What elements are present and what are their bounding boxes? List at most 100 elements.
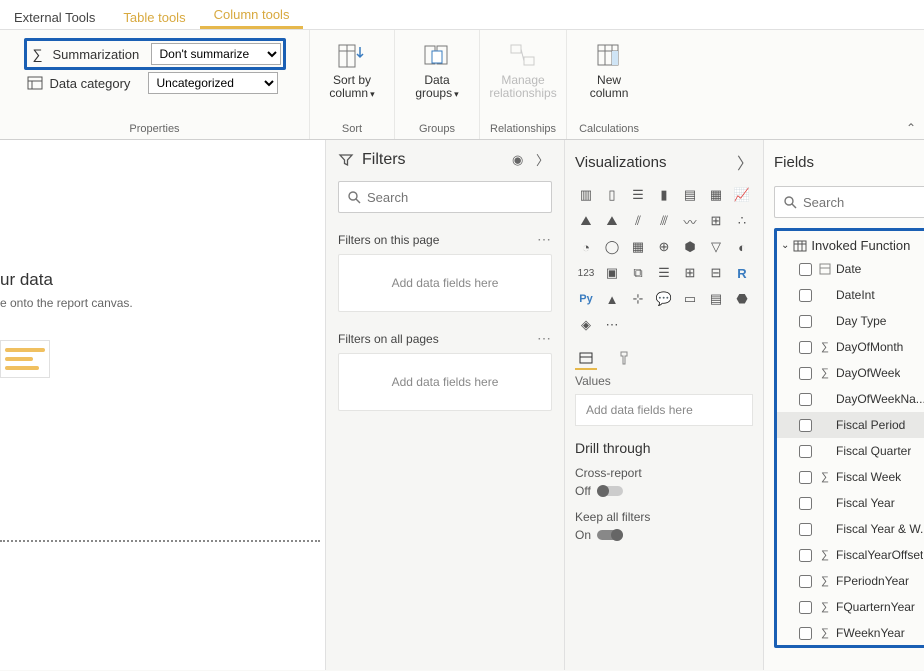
field-row[interactable]: ∑DayOfMonth <box>777 334 924 360</box>
field-row[interactable]: ∑FPeriodnYear <box>777 568 924 594</box>
fields-tab-icon[interactable] <box>575 348 597 370</box>
gauge-icon[interactable]: ◐ <box>731 236 753 258</box>
values-dropzone[interactable]: Add data fields here <box>575 394 753 426</box>
multi-card-icon[interactable]: ▣ <box>601 262 623 284</box>
r-visual-icon[interactable]: R <box>731 262 753 284</box>
table-node[interactable]: ⌄ Invoked Function <box>777 235 924 256</box>
powerapps-icon[interactable]: ◈ <box>575 314 597 336</box>
more-visuals-icon[interactable]: ⋯ <box>601 314 623 336</box>
summarization-select[interactable]: Don't summarize <box>151 43 281 65</box>
field-checkbox[interactable] <box>799 263 812 276</box>
filters-all-more-icon[interactable]: ⋯ <box>537 330 552 347</box>
field-checkbox[interactable] <box>799 523 812 536</box>
filters-page-more-icon[interactable]: ⋯ <box>537 231 552 248</box>
ribbon-chart-icon[interactable]: 〰 <box>679 210 701 232</box>
data-groups-button[interactable]: Datagroups▾ <box>405 34 469 100</box>
field-checkbox[interactable] <box>799 393 812 406</box>
manage-relationships-button[interactable]: Managerelationships <box>491 34 555 100</box>
treemap-icon[interactable]: ▦ <box>627 236 649 258</box>
arcgis-icon[interactable]: ⬣ <box>731 288 753 310</box>
filters-search[interactable] <box>338 181 552 213</box>
funnel-icon[interactable]: ▽ <box>705 236 727 258</box>
new-column-button[interactable]: Newcolumn <box>577 34 641 100</box>
field-row[interactable]: ∑FWeeknYear <box>777 620 924 646</box>
hundred-bar-icon[interactable]: ▤ <box>679 184 701 206</box>
paginated-icon[interactable]: ▤ <box>705 288 727 310</box>
qa-icon[interactable]: 💬 <box>653 288 675 310</box>
area-chart-icon[interactable]: ⛰ <box>575 210 597 232</box>
field-row[interactable]: Fiscal Period <box>777 412 924 438</box>
field-checkbox[interactable] <box>799 627 812 640</box>
stacked-area-icon[interactable]: ⛰ <box>601 210 623 232</box>
datacategory-select[interactable]: Uncategorized <box>148 72 278 94</box>
hundred-column-icon[interactable]: ▦ <box>705 184 727 206</box>
field-row[interactable]: ∑Fiscal Week <box>777 464 924 490</box>
kpi-icon[interactable]: ⧉ <box>627 262 649 284</box>
field-row[interactable]: IsAfterToday <box>777 646 924 648</box>
field-checkbox[interactable] <box>799 367 812 380</box>
field-checkbox[interactable] <box>799 289 812 302</box>
slicer-icon[interactable]: ☰ <box>653 262 675 284</box>
stacked-bar-icon[interactable]: ▥ <box>575 184 597 206</box>
collapse-viz-icon[interactable]: 〉 <box>737 150 753 174</box>
show-hide-icon[interactable]: ◉ <box>512 152 528 168</box>
field-checkbox[interactable] <box>799 497 812 510</box>
card-icon[interactable]: 123 <box>575 262 597 284</box>
field-checkbox[interactable] <box>799 315 812 328</box>
py-visual-icon[interactable]: Py <box>575 288 597 310</box>
field-row[interactable]: ∑DayOfWeek <box>777 360 924 386</box>
pie-chart-icon[interactable]: ◔ <box>575 236 597 258</box>
stacked-column-icon[interactable]: ▯ <box>601 184 623 206</box>
collapse-ribbon-icon[interactable]: ⌃ <box>906 121 916 135</box>
field-row[interactable]: Fiscal Quarter <box>777 438 924 464</box>
key-influencers-icon[interactable]: ▲ <box>601 288 623 310</box>
table-icon[interactable]: ⊞ <box>679 262 701 284</box>
map-icon[interactable]: ⊕ <box>653 236 675 258</box>
keep-filters-toggle[interactable] <box>597 530 623 540</box>
field-name: DayOfMonth <box>836 340 903 354</box>
field-row[interactable]: Fiscal Year & W... <box>777 516 924 542</box>
cross-report-toggle[interactable] <box>597 486 623 496</box>
tab-column-tools[interactable]: Column tools <box>200 1 304 29</box>
sort-by-column-button[interactable]: Sort bycolumn▾ <box>320 34 384 100</box>
field-checkbox[interactable] <box>799 575 812 588</box>
filters-page-dropzone[interactable]: Add data fields here <box>338 254 552 312</box>
scatter-icon[interactable]: ∴ <box>731 210 753 232</box>
tab-table-tools[interactable]: Table tools <box>109 4 199 29</box>
fields-search-input[interactable] <box>803 195 924 210</box>
tab-external-tools[interactable]: External Tools <box>0 4 109 29</box>
field-row[interactable]: DateInt <box>777 282 924 308</box>
field-row[interactable]: Fiscal Year <box>777 490 924 516</box>
narrative-icon[interactable]: ▭ <box>679 288 701 310</box>
line-clustered-icon[interactable]: ⫻ <box>653 210 675 232</box>
waterfall-icon[interactable]: ⊞ <box>705 210 727 232</box>
line-chart-icon[interactable]: 📈 <box>731 184 753 206</box>
report-canvas[interactable]: ur data e onto the report canvas. <box>0 140 325 670</box>
line-stacked-icon[interactable]: ⫽ <box>627 210 649 232</box>
filled-map-icon[interactable]: ⬢ <box>679 236 701 258</box>
field-row[interactable]: Day Type <box>777 308 924 334</box>
chevron-down-icon: ⌄ <box>781 240 789 251</box>
clustered-column-icon[interactable]: ▮ <box>653 184 675 206</box>
field-checkbox[interactable] <box>799 549 812 562</box>
expand-filters-icon[interactable]: 〉 <box>536 150 552 169</box>
field-checkbox[interactable] <box>799 445 812 458</box>
field-row[interactable]: ∑FiscalYearOffset <box>777 542 924 568</box>
field-row[interactable]: Date <box>777 256 924 282</box>
field-row[interactable]: ∑FQuarternYear <box>777 594 924 620</box>
format-tab-icon[interactable] <box>613 348 635 370</box>
clustered-bar-icon[interactable]: ☰ <box>627 184 649 206</box>
field-checkbox[interactable] <box>799 471 812 484</box>
matrix-icon[interactable]: ⊟ <box>705 262 727 284</box>
field-checkbox[interactable] <box>799 419 812 432</box>
decomposition-icon[interactable]: ⊹ <box>627 288 649 310</box>
fields-search[interactable] <box>774 186 924 218</box>
field-checkbox[interactable] <box>799 341 812 354</box>
field-checkbox[interactable] <box>799 601 812 614</box>
donut-chart-icon[interactable]: ◯ <box>601 236 623 258</box>
filters-title: Filters <box>362 151 504 169</box>
filters-all-dropzone[interactable]: Add data fields here <box>338 353 552 411</box>
blank-icon <box>818 445 832 457</box>
filters-search-input[interactable] <box>367 190 543 205</box>
field-row[interactable]: DayOfWeekNa... <box>777 386 924 412</box>
